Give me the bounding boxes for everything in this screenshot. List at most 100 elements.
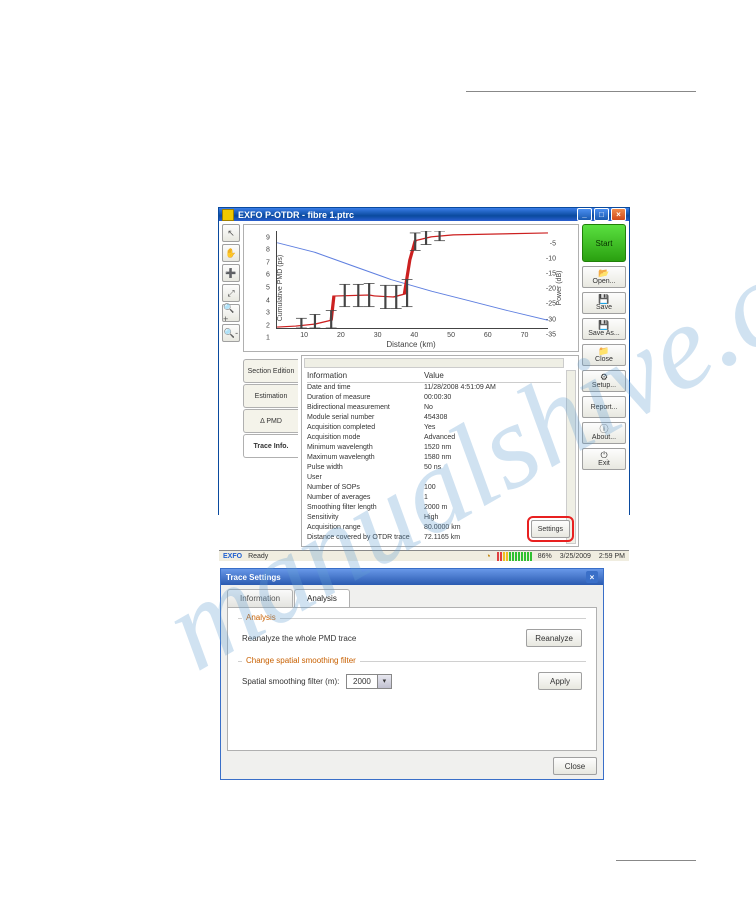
chart-area[interactable]: Cumulative PMD (ps) Power (dB) Distance … bbox=[243, 224, 579, 352]
info-key: Duration of measure bbox=[307, 393, 424, 403]
app-icon bbox=[222, 209, 234, 221]
apply-button[interactable]: Apply bbox=[538, 672, 582, 690]
tab-trace-info[interactable]: Trace Info. bbox=[243, 434, 298, 458]
info-row: Date and time11/28/2008 4:51:09 AM bbox=[307, 383, 561, 393]
info-value: No bbox=[424, 403, 561, 413]
save-button[interactable]: 💾Save bbox=[582, 292, 626, 314]
titlebar: EXFO P-OTDR - fibre 1.ptrc _ □ × bbox=[219, 208, 629, 221]
save-as-icon: 💾 bbox=[598, 321, 609, 330]
dialog-close-ok-button[interactable]: Close bbox=[553, 757, 597, 775]
open-button[interactable]: 📂Open... bbox=[582, 266, 626, 288]
ytick-left: 1 bbox=[266, 335, 270, 342]
settings-highlight: Settings bbox=[527, 516, 574, 542]
info-row: Duration of measure00:00:30 bbox=[307, 393, 561, 403]
info-row: Smoothing filter length2000 m bbox=[307, 503, 561, 513]
xtick: 40 bbox=[410, 332, 418, 339]
zoom-out-tool[interactable]: 🔍- bbox=[222, 324, 240, 342]
info-icon: ⓘ bbox=[599, 425, 608, 434]
reanalyze-text: Reanalyze the whole PMD trace bbox=[242, 634, 356, 643]
info-value: Advanced bbox=[424, 433, 561, 443]
status-percent: 86% bbox=[538, 553, 552, 560]
close-file-button[interactable]: 📁Close bbox=[582, 344, 626, 366]
info-value: 1580 nm bbox=[424, 453, 561, 463]
tab-analysis[interactable]: Analysis bbox=[294, 589, 350, 607]
ytick-left: 9 bbox=[266, 234, 270, 241]
folder-open-icon: 📂 bbox=[598, 269, 609, 278]
smoothing-filter-select[interactable]: 2000 ▾ bbox=[346, 674, 392, 689]
tab-estimation[interactable]: Estimation bbox=[243, 384, 298, 408]
col-header-value: Value bbox=[424, 371, 561, 380]
zoom-in-tool[interactable]: 🔍+ bbox=[222, 304, 240, 322]
info-value: 11/28/2008 4:51:09 AM bbox=[424, 383, 561, 393]
pointer-tool[interactable]: ↖ bbox=[222, 224, 240, 242]
tab-section-edition[interactable]: Section Edition bbox=[243, 359, 298, 383]
info-value: 1520 nm bbox=[424, 443, 561, 453]
tab-information[interactable]: Information bbox=[227, 589, 293, 607]
info-row: Number of averages1 bbox=[307, 493, 561, 503]
reanalyze-button[interactable]: Reanalyze bbox=[526, 629, 582, 647]
maximize-button[interactable]: □ bbox=[594, 208, 609, 221]
fit-tool[interactable]: ⤢ bbox=[222, 284, 240, 302]
vertical-toolbar: ↖ ✋ ➕ ⤢ 🔍+ 🔍- bbox=[222, 224, 240, 547]
exit-button[interactable]: ⏻Exit bbox=[582, 448, 626, 470]
info-value bbox=[424, 473, 561, 483]
info-value: 100 bbox=[424, 483, 561, 493]
ytick-left: 5 bbox=[266, 285, 270, 292]
report-button[interactable]: Report... bbox=[582, 396, 626, 418]
ytick-left: 7 bbox=[266, 259, 270, 266]
minimize-button[interactable]: _ bbox=[577, 208, 592, 221]
dialog-title: Trace Settings bbox=[226, 573, 281, 582]
ytick-left: 4 bbox=[266, 297, 270, 304]
info-key: Date and time bbox=[307, 383, 424, 393]
dialog-titlebar: Trace Settings × bbox=[221, 569, 603, 585]
xtick: 10 bbox=[300, 332, 308, 339]
info-key: Sensitivity bbox=[307, 513, 424, 523]
info-key: Smoothing filter length bbox=[307, 503, 424, 513]
x-axis-label: Distance (km) bbox=[386, 340, 435, 349]
pan-tool[interactable]: ✋ bbox=[222, 244, 240, 262]
info-key: Minimum wavelength bbox=[307, 443, 424, 453]
pmd-trace bbox=[277, 233, 548, 327]
info-row: Minimum wavelength1520 nm bbox=[307, 443, 561, 453]
status-time: 2:59 PM bbox=[599, 553, 625, 560]
about-button[interactable]: ⓘAbout... bbox=[582, 422, 626, 444]
status-ready: Ready bbox=[248, 553, 268, 560]
close-button[interactable]: × bbox=[611, 208, 626, 221]
analysis-group-label: Analysis bbox=[242, 613, 280, 622]
info-key: Maximum wavelength bbox=[307, 453, 424, 463]
status-date: 3/25/2009 bbox=[560, 553, 591, 560]
window-title: EXFO P-OTDR - fibre 1.ptrc bbox=[238, 210, 577, 220]
settings-button[interactable]: Settings bbox=[531, 520, 570, 538]
crosshair-tool[interactable]: ➕ bbox=[222, 264, 240, 282]
statusbar: EXFO Ready ◔ 86% 3/25/2009 2:59 PM bbox=[219, 550, 629, 561]
xtick: 70 bbox=[521, 332, 529, 339]
meter-icon: ◔ bbox=[485, 551, 490, 561]
info-key: Number of averages bbox=[307, 493, 424, 503]
ytick-left: 3 bbox=[266, 310, 270, 317]
smoothing-field-label: Spatial smoothing filter (m): bbox=[242, 677, 339, 686]
trace-settings-dialog: Trace Settings × Information Analysis An… bbox=[220, 568, 604, 780]
led-bar bbox=[497, 552, 532, 561]
scrollbar-horizontal[interactable] bbox=[304, 358, 564, 368]
info-key: Bidirectional measurement bbox=[307, 403, 424, 413]
save-as-button[interactable]: 💾Save As... bbox=[582, 318, 626, 340]
chevron-down-icon: ▾ bbox=[377, 675, 391, 688]
info-key: Module serial number bbox=[307, 413, 424, 423]
ytick-right: -35 bbox=[546, 331, 556, 338]
info-row: Bidirectional measurementNo bbox=[307, 403, 561, 413]
info-key: Number of SOPs bbox=[307, 483, 424, 493]
logo-text: EXFO bbox=[223, 553, 242, 560]
save-icon: 💾 bbox=[598, 295, 609, 304]
info-row: User bbox=[307, 473, 561, 483]
dialog-close-button[interactable]: × bbox=[586, 571, 598, 583]
folder-icon: 📁 bbox=[598, 347, 609, 356]
info-key: Acquisition mode bbox=[307, 433, 424, 443]
app-window: EXFO P-OTDR - fibre 1.ptrc _ □ × ↖ ✋ ➕ ⤢… bbox=[218, 207, 630, 515]
setup-button[interactable]: ⚙Setup... bbox=[582, 370, 626, 392]
start-button[interactable]: Start bbox=[582, 224, 626, 262]
ytick-left: 8 bbox=[266, 247, 270, 254]
xtick: 60 bbox=[484, 332, 492, 339]
info-key: Distance covered by OTDR trace bbox=[307, 533, 424, 543]
info-row: Pulse width50 ns bbox=[307, 463, 561, 473]
tab-delta-pmd[interactable]: Δ PMD bbox=[243, 409, 298, 433]
